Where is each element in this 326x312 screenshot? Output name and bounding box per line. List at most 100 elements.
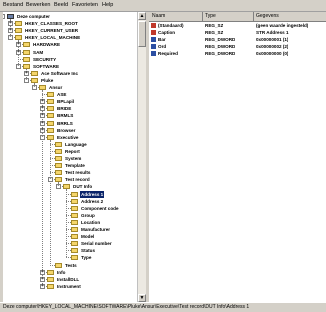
collapse-minus-icon[interactable]: - [3, 14, 5, 19]
value-name: Required [158, 51, 178, 56]
tree-item[interactable]: + HKEY_CLASSES_ROOT [3, 20, 143, 27]
values-list[interactable]: Naam Type Gegevens (Standaard) REG_SZ (gee… [149, 12, 326, 302]
expand-plus-icon[interactable]: + [40, 276, 45, 282]
tree-item[interactable]: Type [3, 254, 143, 261]
list-item[interactable]: Bar REG_DWORD 0x00000001 (1) [149, 36, 326, 43]
expand-plus-icon[interactable]: + [40, 113, 45, 119]
menu-bewerken[interactable]: Bewerken [26, 2, 50, 9]
menu-favorieten[interactable]: Favorieten [72, 2, 98, 9]
tree-item[interactable]: - Deze computer [3, 13, 143, 20]
menu-help[interactable]: Help [102, 2, 113, 9]
tree-item[interactable]: + BRRLS [3, 120, 143, 127]
tree-item[interactable]: - Pluke [3, 77, 143, 84]
tree-item[interactable]: Tests [3, 262, 143, 269]
registry-tree[interactable]: - Deze computer + HKEY_CLASSES_ROOT + HKEY_CU… [3, 12, 146, 302]
column-name[interactable]: Naam [152, 13, 165, 19]
expand-plus-icon[interactable]: + [8, 28, 13, 34]
tree-item[interactable]: + Instrument [3, 283, 143, 290]
tree-item[interactable]: Test results [3, 169, 143, 176]
tree-item[interactable]: Location [3, 219, 143, 226]
tree-item[interactable]: + InstallDLL [3, 276, 143, 283]
tree-item[interactable]: Language [3, 141, 143, 148]
folder-icon [47, 283, 54, 289]
tree-item[interactable]: + BRMLS [3, 112, 143, 119]
expand-plus-icon[interactable]: + [24, 70, 29, 76]
tree-item[interactable]: + HARDWARE [3, 41, 143, 48]
tree-item-label: Tests [65, 262, 77, 268]
folder-open-icon [31, 77, 38, 83]
scroll-thumb[interactable] [138, 21, 146, 47]
tree-item[interactable]: + Ace Software Inc [3, 70, 143, 77]
collapse-minus-icon[interactable]: - [8, 35, 13, 41]
folder-icon [47, 276, 54, 282]
tree-item[interactable]: + SAM [3, 49, 143, 56]
tree-item[interactable]: Address 2 [3, 198, 143, 205]
tree-item[interactable]: + Browser [3, 127, 143, 134]
tree-item[interactable]: Group [3, 212, 143, 219]
expand-plus-icon[interactable]: + [40, 127, 45, 133]
collapse-minus-icon[interactable]: - [16, 63, 21, 69]
tree-item[interactable]: Component code [3, 205, 143, 212]
column-divider[interactable] [202, 12, 203, 21]
tree-item[interactable]: - Ansur [3, 84, 143, 91]
tree-item[interactable]: - SOFTWARE [3, 63, 143, 70]
tree-item-label: Deze computer [17, 14, 50, 19]
scroll-down-arrow-icon[interactable]: ▼ [138, 294, 146, 302]
tree-item[interactable]: Manufacturer [3, 226, 143, 233]
expand-plus-icon[interactable]: + [40, 283, 45, 289]
tree-item[interactable]: Report [3, 148, 143, 155]
collapse-minus-icon[interactable]: - [48, 177, 53, 183]
expand-plus-icon[interactable]: + [40, 120, 45, 126]
value-name: (Standaard) [158, 23, 184, 28]
value-data: 0x00000000 (0) [256, 51, 289, 56]
tree-item[interactable]: Model [3, 233, 143, 240]
expand-plus-icon[interactable]: + [16, 49, 21, 55]
dword-value-icon [151, 37, 156, 42]
dword-value-icon [151, 51, 156, 56]
folder-icon [71, 212, 78, 218]
folder-icon [55, 163, 62, 169]
collapse-minus-icon[interactable]: - [56, 184, 61, 190]
menu-bestand[interactable]: Bestand [3, 2, 23, 9]
expand-plus-icon[interactable]: + [40, 269, 45, 275]
folder-icon [47, 106, 54, 112]
dword-value-icon [151, 44, 156, 49]
column-type[interactable]: Type [205, 13, 216, 19]
list-item[interactable]: (Standaard) REG_SZ (geen waarde ingesteld) [149, 22, 326, 29]
tree-item[interactable]: + HKEY_CURRENT_USER [3, 27, 143, 34]
collapse-minus-icon[interactable]: - [32, 85, 37, 90]
tree-item[interactable]: + BPLapil [3, 98, 143, 105]
expand-plus-icon[interactable]: + [40, 99, 45, 105]
tree-item[interactable]: + Info [3, 269, 143, 276]
tree-item[interactable]: Address 1 [3, 190, 143, 198]
tree-scrollbar[interactable]: ▲ ▼ [137, 12, 146, 302]
tree-item[interactable]: System [3, 155, 143, 162]
tree-item[interactable]: Template [3, 162, 143, 169]
tree-item-label: System [65, 156, 82, 161]
collapse-minus-icon[interactable]: - [40, 134, 45, 140]
expand-plus-icon[interactable]: + [40, 106, 45, 112]
menu-beeld[interactable]: Beeld [54, 2, 68, 9]
folder-icon [31, 70, 38, 76]
tree-item-label: Location [81, 219, 101, 225]
column-divider[interactable] [253, 12, 254, 21]
tree-item[interactable]: + BRIDE [3, 105, 143, 112]
tree-item-label: HKEY_LOCAL_MACHINE [25, 35, 81, 41]
collapse-minus-icon[interactable]: - [24, 77, 29, 83]
tree-item[interactable]: Status [3, 247, 143, 254]
list-item[interactable]: Caption REG_SZ STR Address 1 [149, 29, 326, 36]
expand-plus-icon[interactable]: + [16, 42, 21, 48]
column-data[interactable]: Gegevens [256, 13, 279, 19]
tree-item-label: Info [57, 269, 66, 275]
tree-item[interactable]: - Executive [3, 134, 143, 141]
list-item[interactable]: Ord REG_DWORD 0x00000002 (2) [149, 43, 326, 50]
scroll-up-arrow-icon[interactable]: ▲ [138, 12, 146, 20]
list-item[interactable]: Required REG_DWORD 0x00000000 (0) [149, 50, 326, 57]
tree-item[interactable]: Serial number [3, 240, 143, 247]
tree-item[interactable]: ASE [3, 91, 143, 98]
tree-item[interactable]: SECURITY [3, 56, 143, 63]
expand-plus-icon[interactable]: + [8, 21, 13, 27]
tree-item[interactable]: - HKEY_LOCAL_MACHINE [3, 34, 143, 41]
tree-item[interactable]: - Test record [3, 176, 143, 183]
tree-item[interactable]: - DUT Info [3, 183, 143, 190]
